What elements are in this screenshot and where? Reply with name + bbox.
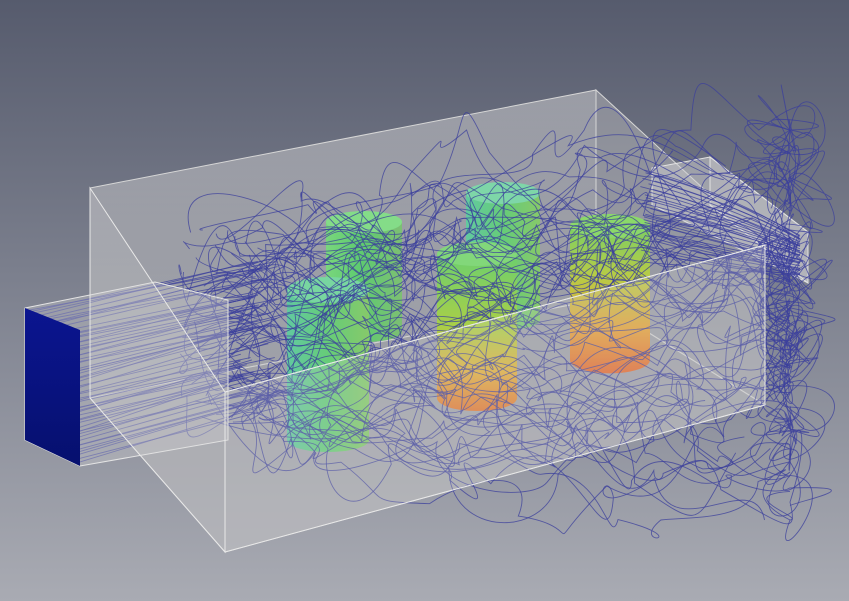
3d-render-viewport[interactable] bbox=[0, 0, 849, 601]
inlet-face bbox=[25, 308, 80, 466]
flow-simulation-scene[interactable] bbox=[0, 0, 849, 601]
